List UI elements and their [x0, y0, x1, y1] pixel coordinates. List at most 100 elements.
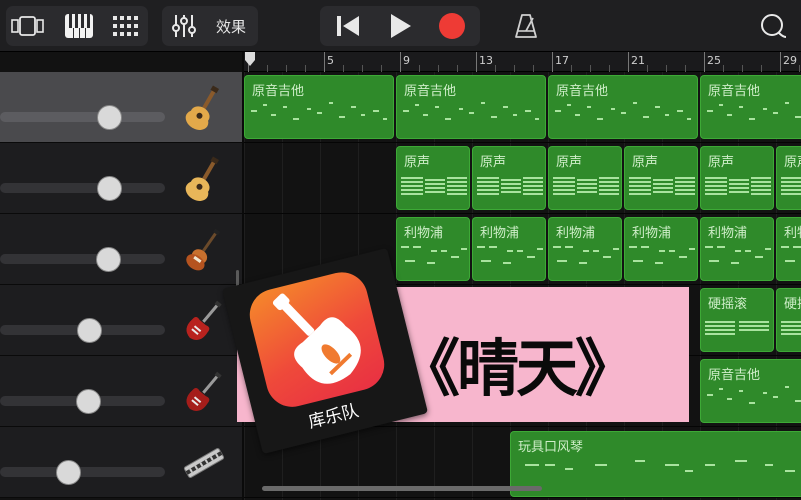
region[interactable]: 原声	[700, 146, 774, 210]
midi-note	[739, 390, 743, 392]
midi-note	[749, 402, 755, 404]
skip-back-icon	[337, 16, 359, 36]
timeline-ruler[interactable]: 5 9 13 17 21 25 29	[244, 52, 801, 72]
midi-note	[755, 256, 763, 258]
beat-tick	[799, 65, 800, 72]
midi-note	[729, 187, 749, 189]
beat-tick	[647, 65, 648, 72]
bar-number: 21	[631, 54, 645, 67]
region[interactable]: 原声	[548, 146, 622, 210]
midi-note	[717, 246, 725, 248]
midi-note	[491, 116, 497, 118]
midi-note	[751, 193, 771, 195]
midi-note	[709, 260, 719, 262]
midi-note	[523, 189, 543, 191]
region[interactable]: 利物浦	[472, 217, 546, 281]
midi-note	[361, 114, 365, 116]
midi-note	[351, 106, 356, 108]
region[interactable]: 硬摇滚	[700, 288, 774, 352]
loop-browser-button[interactable]	[748, 6, 796, 46]
volume-slider[interactable]	[0, 254, 165, 264]
region[interactable]: 原音吉他	[396, 75, 546, 139]
play-button[interactable]	[376, 6, 424, 46]
playhead-marker[interactable]	[244, 52, 256, 72]
effects-button[interactable]: 效果	[206, 6, 256, 46]
volume-slider[interactable]	[0, 467, 165, 477]
midi-note	[705, 177, 727, 179]
region[interactable]: 利物浦	[776, 217, 801, 281]
region[interactable]: 原声	[776, 146, 801, 210]
region[interactable]: 利物浦	[624, 217, 698, 281]
volume-knob[interactable]	[56, 460, 81, 485]
midi-note	[643, 116, 649, 118]
horizontal-scrollbar[interactable]	[262, 486, 542, 491]
keyboard-view-button[interactable]	[56, 6, 102, 46]
region[interactable]: 硬摇滚	[776, 288, 801, 352]
record-button[interactable]	[428, 6, 476, 46]
region[interactable]: 利物浦	[396, 217, 470, 281]
midi-note	[423, 114, 428, 116]
volume-slider[interactable]	[0, 112, 165, 122]
midi-note	[781, 193, 801, 195]
track-header-4[interactable]	[0, 285, 242, 356]
region[interactable]: 原声	[624, 146, 698, 210]
go-to-beginning-button[interactable]	[324, 6, 372, 46]
midi-note	[461, 248, 467, 250]
midi-note	[739, 329, 769, 331]
volume-knob[interactable]	[96, 247, 121, 272]
bar-number: 29	[783, 54, 797, 67]
beat-tick	[761, 65, 762, 72]
midi-note	[427, 262, 435, 264]
midi-note	[705, 333, 735, 335]
region[interactable]: 原声	[396, 146, 470, 210]
live-loops-button[interactable]	[104, 6, 148, 46]
midi-note	[781, 177, 801, 179]
beat-tick	[514, 65, 515, 72]
track-header-1[interactable]	[0, 72, 242, 143]
midi-note	[587, 106, 591, 108]
acoustic-guitar-icon	[185, 85, 220, 130]
track-header-6[interactable]	[0, 427, 242, 498]
harmonica-icon	[183, 448, 225, 478]
track-header-3[interactable]	[0, 214, 242, 285]
track-header-2[interactable]	[0, 143, 242, 214]
region[interactable]: 原音吉他	[548, 75, 698, 139]
midi-note	[653, 179, 673, 181]
midi-note	[665, 114, 669, 116]
volume-knob[interactable]	[76, 389, 101, 414]
view-buttons-group	[6, 6, 148, 46]
browser-view-button[interactable]	[8, 6, 54, 46]
region[interactable]: 原声	[472, 146, 546, 210]
volume-slider[interactable]	[0, 183, 165, 193]
region[interactable]: 利物浦	[548, 217, 622, 281]
volume-knob[interactable]	[77, 318, 102, 343]
midi-note	[685, 470, 693, 472]
volume-knob[interactable]	[97, 176, 122, 201]
region[interactable]: 利物浦	[700, 217, 774, 281]
midi-note	[537, 248, 543, 250]
midi-note	[583, 250, 589, 252]
beat-tick	[419, 65, 420, 72]
volume-knob[interactable]	[97, 105, 122, 130]
metronome-button[interactable]	[504, 6, 548, 46]
midi-note	[687, 118, 691, 120]
midi-note	[401, 177, 423, 179]
midi-note	[635, 460, 645, 462]
midi-note	[501, 179, 521, 181]
midi-note	[403, 110, 409, 112]
region[interactable]: 原音吉他	[700, 75, 801, 139]
midi-note	[705, 464, 715, 466]
region[interactable]: 玩具口风琴	[510, 431, 801, 497]
midi-note	[527, 256, 535, 258]
region[interactable]: 原音吉他	[244, 75, 394, 139]
midi-note	[675, 189, 695, 191]
midi-note	[553, 193, 575, 195]
midi-note	[525, 110, 531, 112]
midi-note	[553, 185, 575, 187]
region[interactable]: 原音吉他	[700, 359, 801, 423]
mixer-button[interactable]	[164, 6, 204, 46]
midi-note	[729, 183, 749, 185]
track-header-5[interactable]	[0, 356, 242, 427]
midi-note	[629, 189, 651, 191]
midi-note	[401, 193, 423, 195]
